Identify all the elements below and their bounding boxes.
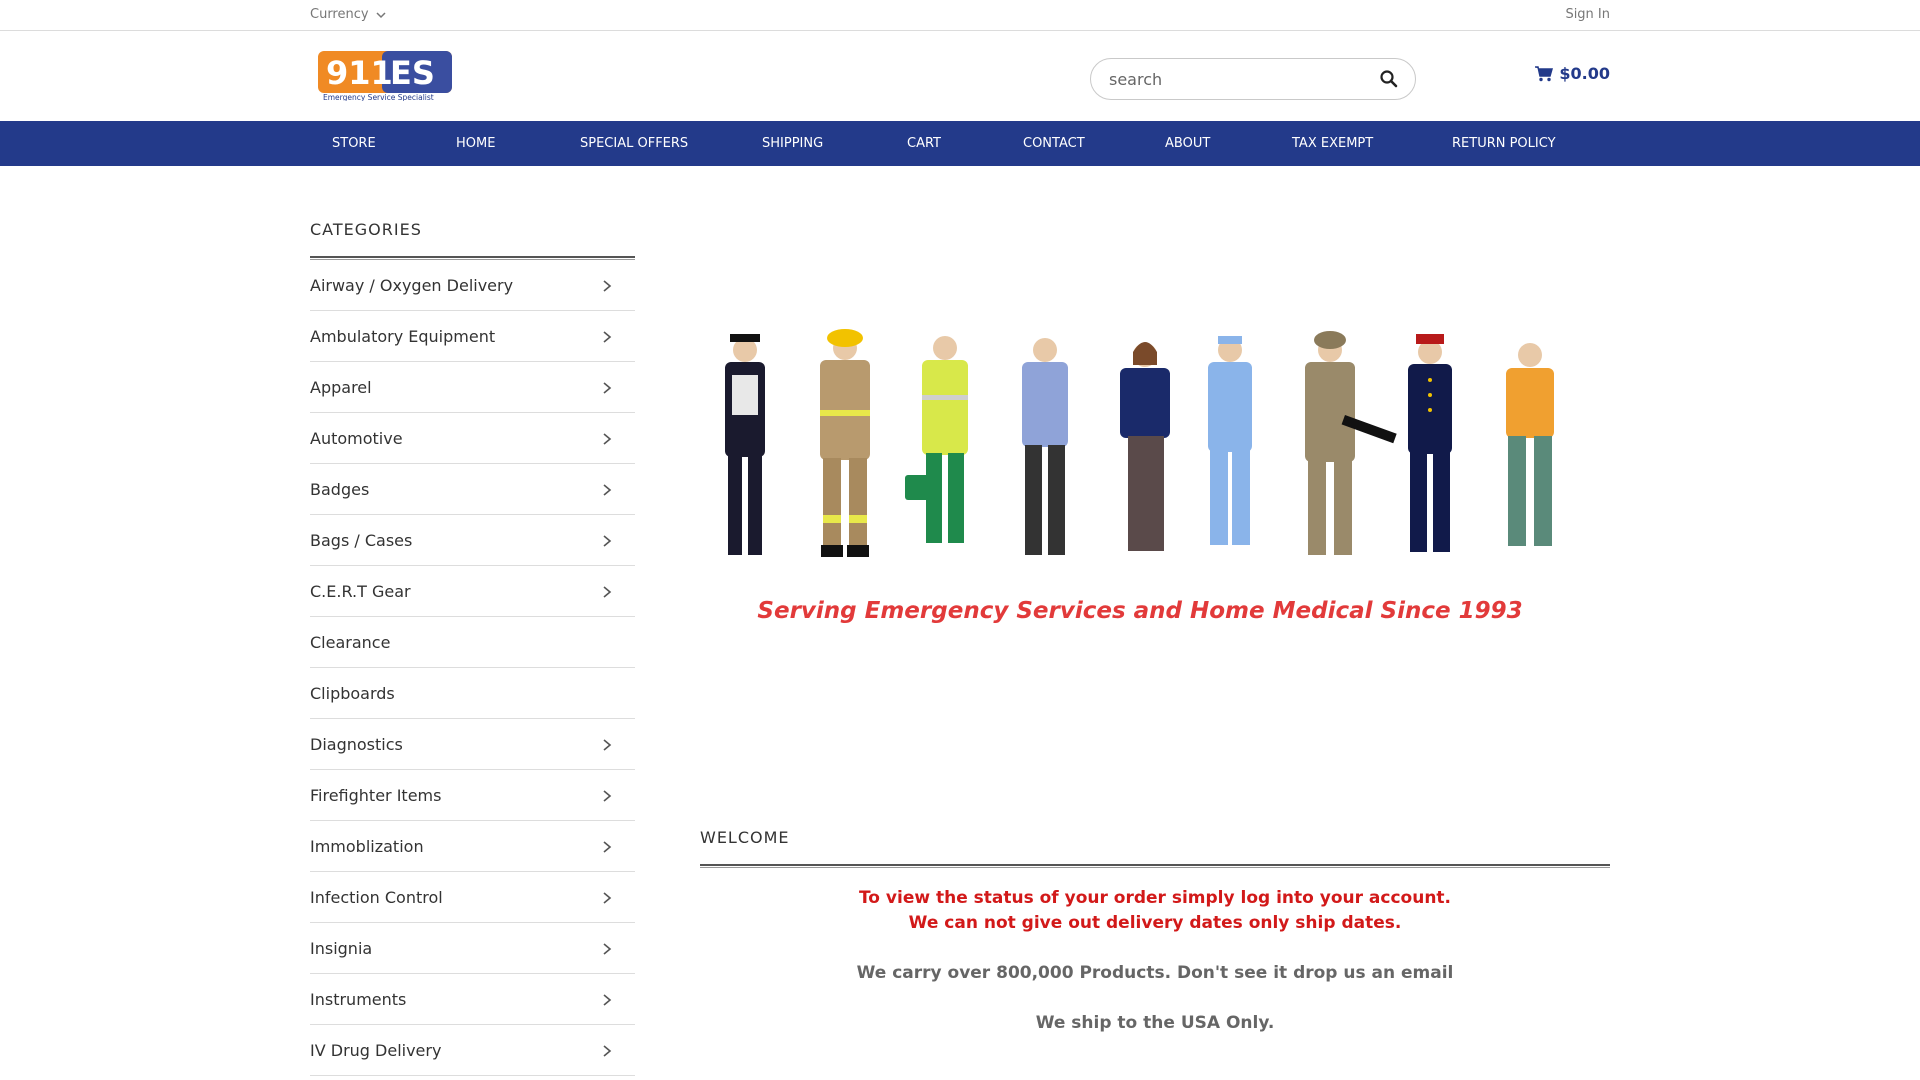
category-label: Instruments xyxy=(310,989,407,1009)
search-icon[interactable] xyxy=(1379,69,1399,89)
logo-image: 911 ES Emergency Service Specialist xyxy=(318,51,452,102)
site-logo[interactable]: 911 ES Emergency Service Specialist xyxy=(318,51,452,102)
sign-in-link[interactable]: Sign In xyxy=(1565,7,1610,22)
nav-home[interactable]: HOME xyxy=(456,121,495,166)
cart-icon xyxy=(1535,65,1554,81)
category-list: Airway / Oxygen Delivery Ambulatory Equip… xyxy=(310,260,635,1076)
nav-tax-exempt[interactable]: TAX EXEMPT xyxy=(1292,121,1373,166)
order-status-notice: To view the status of your order simply … xyxy=(700,886,1610,936)
nav-contact[interactable]: CONTACT xyxy=(1023,121,1085,166)
chevron-right-icon[interactable] xyxy=(601,738,613,752)
category-label: Bags / Cases xyxy=(310,530,413,550)
currency-selector[interactable]: Currency xyxy=(310,7,387,22)
nav-shipping[interactable]: SHIPPING xyxy=(762,121,823,166)
category-item[interactable]: Clipboards xyxy=(310,668,635,719)
category-item[interactable]: IV Drug Delivery xyxy=(310,1025,635,1076)
chevron-right-icon[interactable] xyxy=(601,330,613,344)
category-item[interactable]: Firefighter Items xyxy=(310,770,635,821)
svg-text:Emergency Service Specialist: Emergency Service Specialist xyxy=(323,93,434,101)
category-label: Apparel xyxy=(310,377,372,397)
shipping-info: We ship to the USA Only. xyxy=(1035,1013,1275,1033)
nav-special-offers[interactable]: SPECIAL OFFERS xyxy=(580,121,688,166)
search-input[interactable] xyxy=(1109,68,1359,90)
nav-store[interactable]: STORE xyxy=(332,121,376,166)
category-item[interactable]: Automotive xyxy=(310,413,635,464)
category-label: Insignia xyxy=(310,938,373,958)
welcome-section: WELCOME To view the status of your order… xyxy=(700,828,1610,1036)
categories-title: CATEGORIES xyxy=(310,220,422,239)
nav-return-policy[interactable]: RETURN POLICY xyxy=(1452,121,1556,166)
banner-caption: Serving Emergency Services and Home Medi… xyxy=(757,598,1523,624)
chevron-right-icon[interactable] xyxy=(601,432,613,446)
nav-about[interactable]: ABOUT xyxy=(1165,121,1210,166)
emergency-services-figures-image xyxy=(725,329,1554,557)
currency-label: Currency xyxy=(310,7,369,22)
products-info: We carry over 800,000 Products. Don't se… xyxy=(856,963,1454,983)
category-label: Immoblization xyxy=(310,836,424,856)
svg-text:911: 911 xyxy=(326,54,393,92)
site-header: 911 ES Emergency Service Specialist $0.0… xyxy=(0,31,1920,121)
nav-cart[interactable]: CART xyxy=(907,121,941,166)
welcome-divider xyxy=(700,864,1610,868)
category-item[interactable]: Insignia xyxy=(310,923,635,974)
category-item[interactable]: Instruments xyxy=(310,974,635,1025)
top-bar: Currency Sign In xyxy=(0,0,1920,31)
chevron-down-icon xyxy=(376,11,386,18)
category-item[interactable]: Clearance xyxy=(310,617,635,668)
notice-line-2: We can not give out delivery dates only … xyxy=(908,913,1402,933)
cart-summary[interactable]: $0.00 xyxy=(1535,64,1610,83)
category-label: Diagnostics xyxy=(310,734,403,754)
category-item[interactable]: Airway / Oxygen Delivery xyxy=(310,260,635,311)
welcome-title: WELCOME xyxy=(700,828,790,847)
category-item[interactable]: Ambulatory Equipment xyxy=(310,311,635,362)
chevron-right-icon[interactable] xyxy=(601,585,613,599)
category-item[interactable]: Diagnostics xyxy=(310,719,635,770)
category-item[interactable]: Badges xyxy=(310,464,635,515)
category-item[interactable]: Immoblization xyxy=(310,821,635,872)
svg-text:ES: ES xyxy=(390,54,435,92)
categories-sidebar: CATEGORIES Airway / Oxygen Delivery Ambul… xyxy=(310,220,635,1076)
chevron-right-icon[interactable] xyxy=(601,942,613,956)
chevron-right-icon[interactable] xyxy=(601,483,613,497)
chevron-right-icon[interactable] xyxy=(601,534,613,548)
category-item[interactable]: Bags / Cases xyxy=(310,515,635,566)
chevron-right-icon[interactable] xyxy=(601,840,613,854)
category-label: Automotive xyxy=(310,428,403,448)
category-label: Ambulatory Equipment xyxy=(310,326,496,346)
chevron-right-icon[interactable] xyxy=(601,993,613,1007)
chevron-right-icon[interactable] xyxy=(601,1044,613,1058)
chevron-right-icon[interactable] xyxy=(601,381,613,395)
category-label: Badges xyxy=(310,479,370,499)
cart-total-amount: $0.00 xyxy=(1559,64,1610,83)
category-label: C.E.R.T Gear xyxy=(310,581,411,601)
chevron-right-icon[interactable] xyxy=(601,279,613,293)
notice-line-1: To view the status of your order simply … xyxy=(858,888,1452,908)
category-label: IV Drug Delivery xyxy=(310,1040,442,1060)
search-box xyxy=(1090,58,1416,100)
chevron-right-icon[interactable] xyxy=(601,789,613,803)
category-label: Clipboards xyxy=(310,683,395,703)
category-item[interactable]: Apparel xyxy=(310,362,635,413)
category-item[interactable]: C.E.R.T Gear xyxy=(310,566,635,617)
chevron-right-icon[interactable] xyxy=(601,891,613,905)
category-label: Clearance xyxy=(310,632,391,652)
main-nav: STORE HOME SPECIAL OFFERS SHIPPING CART … xyxy=(0,121,1920,166)
hero-banner: Serving Emergency Services and Home Medi… xyxy=(700,320,1580,650)
category-label: Firefighter Items xyxy=(310,785,442,805)
category-label: Infection Control xyxy=(310,887,443,907)
category-item[interactable]: Infection Control xyxy=(310,872,635,923)
category-label: Airway / Oxygen Delivery xyxy=(310,275,514,295)
